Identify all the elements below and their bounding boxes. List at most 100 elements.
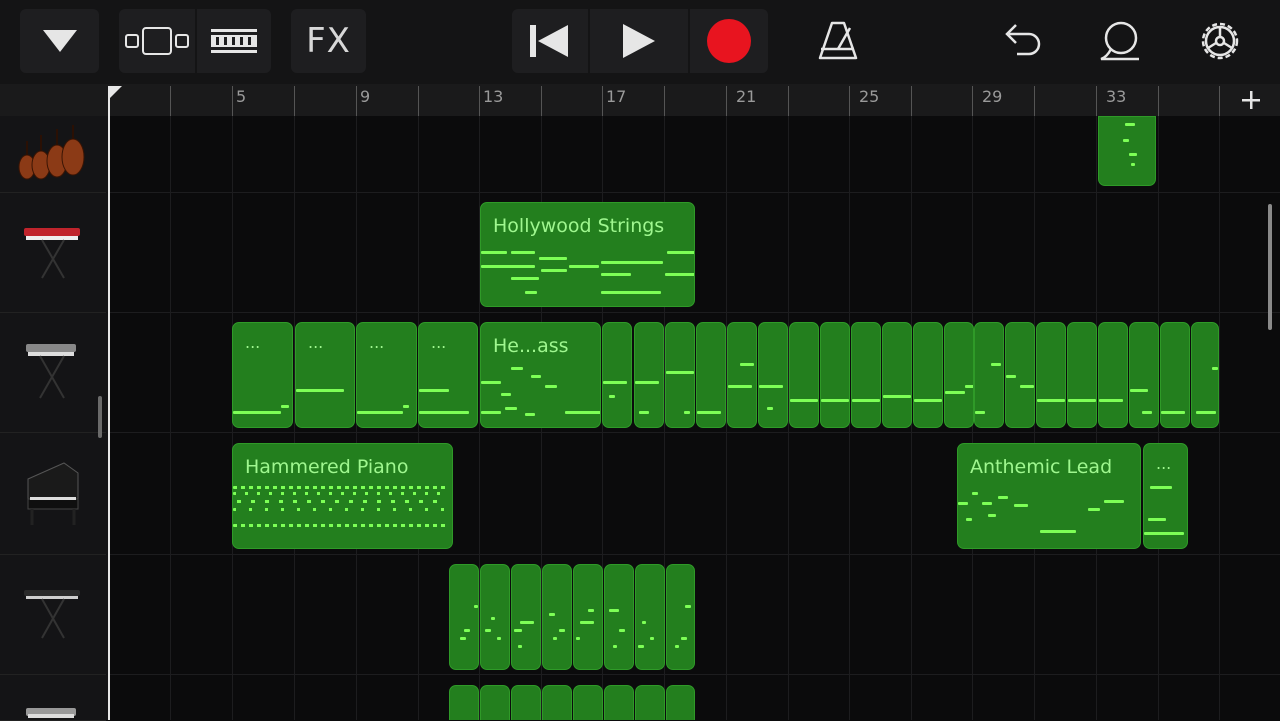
region-ellipsis: ... (308, 333, 324, 352)
region-bass-14[interactable] (851, 322, 881, 428)
region-bottom-5[interactable] (573, 685, 603, 720)
grand-piano-icon (27, 462, 79, 525)
region-bass-12[interactable] (789, 322, 819, 428)
region-bass-9[interactable] (696, 322, 726, 428)
region-bass-23[interactable] (1129, 322, 1159, 428)
go-to-beginning-button[interactable] (512, 9, 588, 73)
region-lead-2[interactable]: ... (1143, 443, 1188, 549)
ruler-tick (602, 86, 603, 116)
region-bass-4[interactable]: ... (418, 322, 478, 428)
region-keys-3[interactable] (511, 564, 541, 670)
metronome-button[interactable] (804, 9, 872, 73)
region-bass-20[interactable] (1036, 322, 1066, 428)
loop-browser-button[interactable] (1086, 9, 1154, 73)
region-title: He...ass (493, 335, 569, 357)
track-header-resize-handle[interactable] (98, 396, 102, 438)
ruler-tick (356, 86, 357, 116)
region-bottom-2[interactable] (480, 685, 510, 720)
region-bass-8[interactable] (665, 322, 695, 428)
ruler-tick (541, 86, 542, 116)
region-keys-2[interactable] (480, 564, 510, 670)
region-bass-13[interactable] (820, 322, 850, 428)
region-bass-6[interactable] (602, 322, 632, 428)
keyboard-icon (26, 708, 76, 718)
record-button[interactable] (690, 9, 768, 73)
tracks-view-button[interactable] (197, 9, 271, 73)
region-bass-2[interactable]: ... (295, 322, 355, 428)
region-keys-8[interactable] (666, 564, 695, 670)
region-bass-21[interactable] (1067, 322, 1097, 428)
region-hammered-piano[interactable]: Hammered Piano (232, 443, 453, 549)
region-keys-5[interactable] (573, 564, 603, 670)
region-bass-18[interactable] (974, 322, 1004, 428)
region-bass-17[interactable] (944, 322, 974, 428)
region-bass-11[interactable] (758, 322, 788, 428)
ruler-tick (972, 86, 973, 116)
ruler-tick (1158, 86, 1159, 116)
bar-number: 9 (360, 87, 371, 106)
region-strings[interactable] (1098, 116, 1156, 186)
region-keys-1[interactable] (449, 564, 479, 670)
region-bottom-8[interactable] (666, 685, 695, 720)
ruler-tick (849, 86, 850, 116)
playhead-handle[interactable] (109, 86, 122, 99)
ruler-tick (788, 86, 789, 116)
region-bass-1[interactable]: ... (232, 322, 293, 428)
region-keys-4[interactable] (542, 564, 572, 670)
region-hollywood-strings[interactable]: Hollywood Strings (480, 202, 695, 307)
timeline-ruler[interactable]: 5 9 13 17 21 25 29 33 (108, 84, 1222, 116)
control-bar: FX (0, 0, 1280, 84)
region-ellipsis: ... (369, 333, 385, 352)
track-header-strings[interactable] (0, 116, 106, 193)
region-bass-10[interactable] (727, 322, 757, 428)
region-ellipsis: ... (245, 333, 261, 352)
region-keys-6[interactable] (604, 564, 634, 670)
track-header-synth-bass[interactable] (0, 312, 106, 433)
fx-button[interactable]: FX (291, 9, 366, 73)
settings-button[interactable] (1186, 9, 1254, 73)
region-bass-3[interactable]: ... (356, 322, 417, 428)
red-synth-keyboard-icon (24, 228, 80, 279)
region-bottom-7[interactable] (635, 685, 665, 720)
ruler-tick (479, 86, 480, 116)
fx-label: FX (306, 21, 351, 61)
add-section-button[interactable] (1222, 84, 1280, 116)
region-bottom-6[interactable] (604, 685, 634, 720)
track-view-dropdown-button[interactable] (20, 9, 99, 73)
ruler-tick (1096, 86, 1097, 116)
loop-icon (1100, 21, 1139, 61)
region-bass-15[interactable] (882, 322, 912, 428)
tracks-area[interactable]: Hollywood Strings ... ... ... ... He...a… (108, 116, 1280, 720)
tracks-view-icon (211, 29, 257, 53)
region-keys-7[interactable] (635, 564, 665, 670)
track-header-red-synth[interactable] (0, 192, 106, 313)
play-button[interactable] (590, 9, 688, 73)
vertical-scrollbar[interactable] (1268, 204, 1272, 330)
region-anthemic-lead[interactable]: Anthemic Lead (957, 443, 1141, 549)
browser-view-button[interactable] (119, 9, 195, 73)
record-icon (707, 19, 751, 63)
region-bass-7[interactable] (634, 322, 664, 428)
ruler-tick (232, 86, 233, 116)
region-heavy-bass[interactable]: He...ass (480, 322, 601, 428)
region-bass-25[interactable] (1191, 322, 1219, 428)
go-to-beginning-icon (530, 25, 568, 57)
region-bass-16[interactable] (913, 322, 943, 428)
region-bottom-3[interactable] (511, 685, 541, 720)
region-bottom-1[interactable] (449, 685, 479, 720)
region-bottom-4[interactable] (542, 685, 572, 720)
track-header-black-keyboard[interactable] (0, 554, 106, 675)
region-bass-19[interactable] (1005, 322, 1035, 428)
bar-number: 5 (236, 87, 247, 106)
track-header-keyboard[interactable] (0, 674, 106, 721)
region-bass-24[interactable] (1160, 322, 1190, 428)
ruler-tick (294, 86, 295, 116)
track-header-grand-piano[interactable] (0, 432, 106, 555)
ruler-tick (1219, 86, 1220, 116)
playhead[interactable] (108, 86, 110, 720)
bar-number: 33 (1106, 87, 1127, 106)
bar-number: 25 (859, 87, 880, 106)
undo-button[interactable] (988, 9, 1054, 73)
undo-icon (1005, 24, 1041, 56)
region-bass-22[interactable] (1098, 322, 1128, 428)
